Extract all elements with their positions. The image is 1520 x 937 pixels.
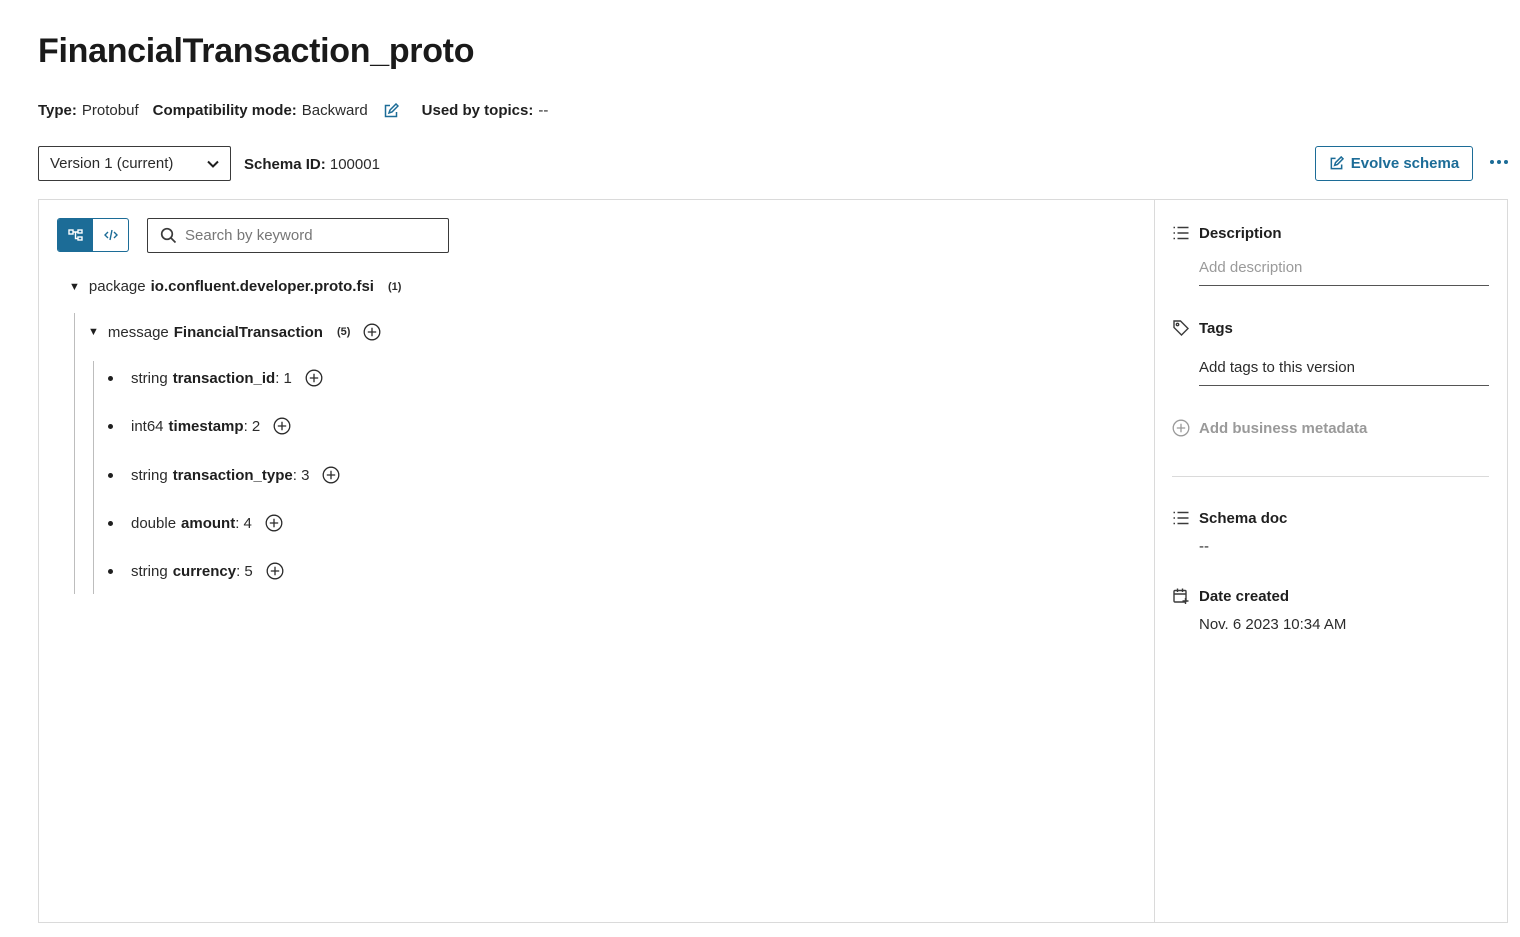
view-toggle bbox=[57, 218, 129, 252]
schema-doc-section: Schema doc bbox=[1172, 509, 1287, 527]
date-created-title: Date created bbox=[1199, 587, 1290, 605]
field-name: timestamp bbox=[168, 417, 244, 435]
package-keyword: package bbox=[88, 278, 146, 295]
plus-circle-icon bbox=[1172, 419, 1190, 437]
tags-section: Tags bbox=[1172, 319, 1233, 337]
list-icon bbox=[1172, 224, 1190, 242]
add-business-metadata-label: Add business metadata bbox=[1199, 419, 1368, 437]
tree-field-row: int64 timestamp : 2 bbox=[108, 417, 291, 435]
description-input[interactable] bbox=[1199, 259, 1489, 286]
sidebar-divider bbox=[1172, 476, 1489, 477]
list-icon bbox=[1172, 509, 1190, 527]
panel-divider bbox=[1154, 199, 1155, 923]
add-field-icon[interactable] bbox=[305, 369, 323, 387]
bullet bbox=[108, 472, 113, 478]
schema-panel bbox=[38, 199, 1508, 923]
schema-id-value: 100001 bbox=[329, 156, 380, 173]
edit-compat-icon[interactable] bbox=[383, 102, 399, 119]
tree-guide-package bbox=[74, 313, 75, 594]
code-view-button[interactable] bbox=[93, 219, 128, 251]
code-icon bbox=[103, 229, 118, 241]
message-keyword: message bbox=[107, 323, 169, 341]
field-number: : 2 bbox=[243, 417, 261, 435]
search-icon bbox=[160, 227, 177, 244]
type-label: Type: bbox=[38, 102, 77, 119]
schema-id: Schema ID: 100001 bbox=[244, 156, 380, 173]
tree-field-row: string currency : 5 bbox=[108, 562, 284, 580]
calendar-icon bbox=[1172, 587, 1190, 605]
field-type: string bbox=[131, 562, 168, 580]
field-number: : 1 bbox=[275, 369, 292, 387]
tags-heading: Tags bbox=[1172, 319, 1233, 337]
description-section: Description bbox=[1172, 224, 1282, 242]
compat-label: Compatibility mode: bbox=[152, 102, 297, 119]
field-number: : 4 bbox=[235, 514, 252, 532]
bullet bbox=[108, 568, 113, 574]
description-title: Description bbox=[1199, 224, 1282, 242]
page-title: FinancialTransaction_proto bbox=[38, 32, 475, 70]
message-count: (5) bbox=[336, 326, 351, 338]
add-field-icon[interactable] bbox=[265, 514, 283, 532]
bullet bbox=[108, 375, 113, 381]
tree-guide-message bbox=[93, 361, 94, 594]
field-type: double bbox=[131, 514, 177, 532]
version-select-value: Version 1 (current) bbox=[50, 155, 174, 172]
compat-value: Backward bbox=[301, 102, 368, 119]
search-input[interactable] bbox=[185, 227, 435, 244]
evolve-schema-label: Evolve schema bbox=[1350, 155, 1460, 172]
field-name: transaction_id bbox=[172, 369, 276, 387]
tree-view-button[interactable] bbox=[58, 219, 93, 251]
schema-doc-heading: Schema doc bbox=[1172, 509, 1287, 527]
topics-label: Used by topics: bbox=[421, 102, 534, 119]
package-count: (1) bbox=[387, 280, 402, 293]
type-meta: Type: Protobuf bbox=[38, 102, 139, 119]
bullet bbox=[108, 423, 113, 429]
compat-meta: Compatibility mode: Backward bbox=[153, 102, 368, 119]
edit-icon bbox=[1329, 156, 1344, 171]
bullet bbox=[108, 520, 113, 526]
tree-field-row: double amount : 4 bbox=[108, 514, 283, 532]
date-created-value: Nov. 6 2023 10:34 AM bbox=[1199, 616, 1347, 633]
version-select[interactable]: Version 1 (current) bbox=[38, 146, 231, 181]
field-type: string bbox=[131, 466, 168, 484]
tree-view-icon bbox=[68, 228, 83, 242]
field-number: : 3 bbox=[292, 466, 310, 484]
schema-doc-value: -- bbox=[1199, 538, 1209, 555]
more-options-icon[interactable] bbox=[1488, 152, 1510, 172]
field-name: amount bbox=[181, 514, 236, 532]
date-created-section: Date created bbox=[1172, 587, 1289, 605]
chevron-down-icon bbox=[207, 160, 219, 168]
schema-meta-row: Type: Protobuf Compatibility mode: Backw… bbox=[38, 102, 548, 119]
tree-field-row: string transaction_type : 3 bbox=[108, 466, 340, 484]
tree-message-row: ▼ message FinancialTransaction (5) bbox=[88, 323, 381, 341]
schema-doc-title: Schema doc bbox=[1199, 509, 1288, 527]
field-name: currency bbox=[172, 562, 237, 580]
package-name: io.confluent.developer.proto.fsi bbox=[150, 278, 374, 295]
message-name: FinancialTransaction bbox=[173, 323, 323, 341]
date-created-heading: Date created bbox=[1172, 587, 1289, 605]
tags-title: Tags bbox=[1199, 319, 1233, 337]
type-value: Protobuf bbox=[81, 102, 139, 119]
field-number: : 5 bbox=[236, 562, 253, 580]
field-type: int64 bbox=[131, 417, 164, 435]
field-name: transaction_type bbox=[172, 466, 293, 484]
description-heading: Description bbox=[1172, 224, 1282, 242]
add-business-metadata-button[interactable]: Add business metadata bbox=[1172, 419, 1367, 437]
add-field-icon[interactable] bbox=[273, 417, 291, 435]
topics-value: -- bbox=[538, 102, 549, 119]
field-type: string bbox=[131, 369, 168, 387]
tag-icon bbox=[1172, 319, 1190, 337]
tree-field-row: string transaction_id : 1 bbox=[108, 369, 323, 387]
add-field-icon[interactable] bbox=[322, 466, 340, 484]
caret-down-icon[interactable]: ▼ bbox=[69, 281, 80, 293]
caret-down-icon[interactable]: ▼ bbox=[88, 326, 99, 338]
add-field-icon[interactable] bbox=[363, 323, 381, 341]
tags-input[interactable] bbox=[1199, 359, 1489, 386]
topics-meta: Used by topics: -- bbox=[422, 102, 549, 119]
add-field-icon[interactable] bbox=[266, 562, 284, 580]
evolve-schema-button[interactable]: Evolve schema bbox=[1315, 146, 1473, 181]
schema-id-label: Schema ID: bbox=[244, 156, 326, 173]
tree-package-row: ▼ package io.confluent.developer.proto.f… bbox=[69, 278, 401, 295]
search-box bbox=[147, 218, 449, 253]
